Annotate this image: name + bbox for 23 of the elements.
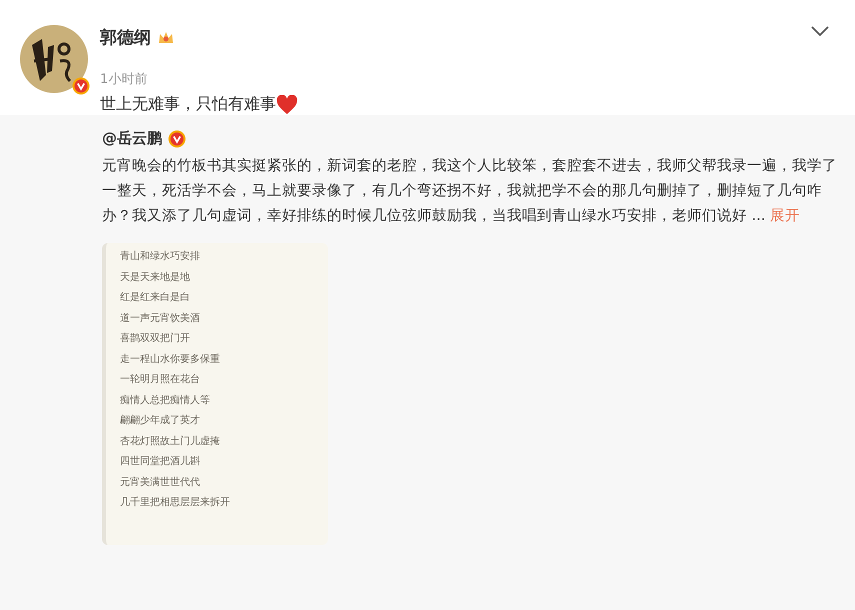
post-text: 世上无难事，只怕有难事 bbox=[100, 94, 276, 115]
post-time: 1小时前 bbox=[100, 71, 148, 88]
lyric-line: 杏花灯照故土门儿虚掩 bbox=[120, 436, 221, 446]
lyric-line: 元宵美满世世代代 bbox=[120, 476, 201, 488]
lyric-line: 一轮明月照在花台 bbox=[120, 374, 201, 385]
lyric-line: 喜鹊双双把门开 bbox=[120, 333, 191, 344]
author-name[interactable]: 郭德纲 bbox=[100, 26, 151, 49]
reposted-author[interactable]: @岳云鹏 bbox=[102, 129, 162, 148]
lyric-line: 翩翩少年成了英才 bbox=[120, 415, 201, 426]
lyric-line: 青山和绿水巧安排 bbox=[120, 251, 201, 262]
chevron-down-icon[interactable] bbox=[811, 25, 829, 37]
lyric-line: 红是红来白是白 bbox=[120, 292, 191, 303]
lyric-line: 痴情人总把痴情人等 bbox=[120, 394, 211, 406]
lyric-line: 天是天来地是地 bbox=[120, 272, 191, 282]
lyric-line: 道一声元宵饮美酒 bbox=[120, 312, 201, 324]
repost-text: 元宵晚会的竹板书其实挺紧张的，新词套的老腔，我这个人比较笨，套腔套不进去，我师父帮我录一遍，我学了一整天，死活学不会，马上就要录像了，有几个弯还拐不好，我就把学不会的那几句删掉了，删掉短了几句咋办？我又添了几句虚词，幸好排练的时候几位弦师鼓励我，当我唱到青山绿水巧安排，老师们说好 ... 展开 bbox=[102, 156, 837, 226]
lyric-line: 走一程山水你要多保重 bbox=[120, 354, 221, 364]
verified-icon bbox=[72, 77, 90, 95]
lyric-line: 四世同堂把酒儿斟 bbox=[120, 456, 201, 467]
lyric-line: 几千里把相思层层来拆开 bbox=[120, 497, 231, 508]
document-image[interactable]: 青山和绿水巧安排 天是天来地是地 红是红来白是白 道一声元宵饮美酒 喜鹊双双把门开 走一程山水你要多保重 一轮明月照在花台 痴情人总把痴情人等 翩翩少年成了英才 杏花灯照故土门儿虚掩 四世同堂把酒儿斟 元宵美满世世代代 几千里把相思层层来拆开 bbox=[102, 243, 328, 545]
verified-icon bbox=[168, 130, 186, 148]
heart-icon bbox=[276, 94, 298, 114]
